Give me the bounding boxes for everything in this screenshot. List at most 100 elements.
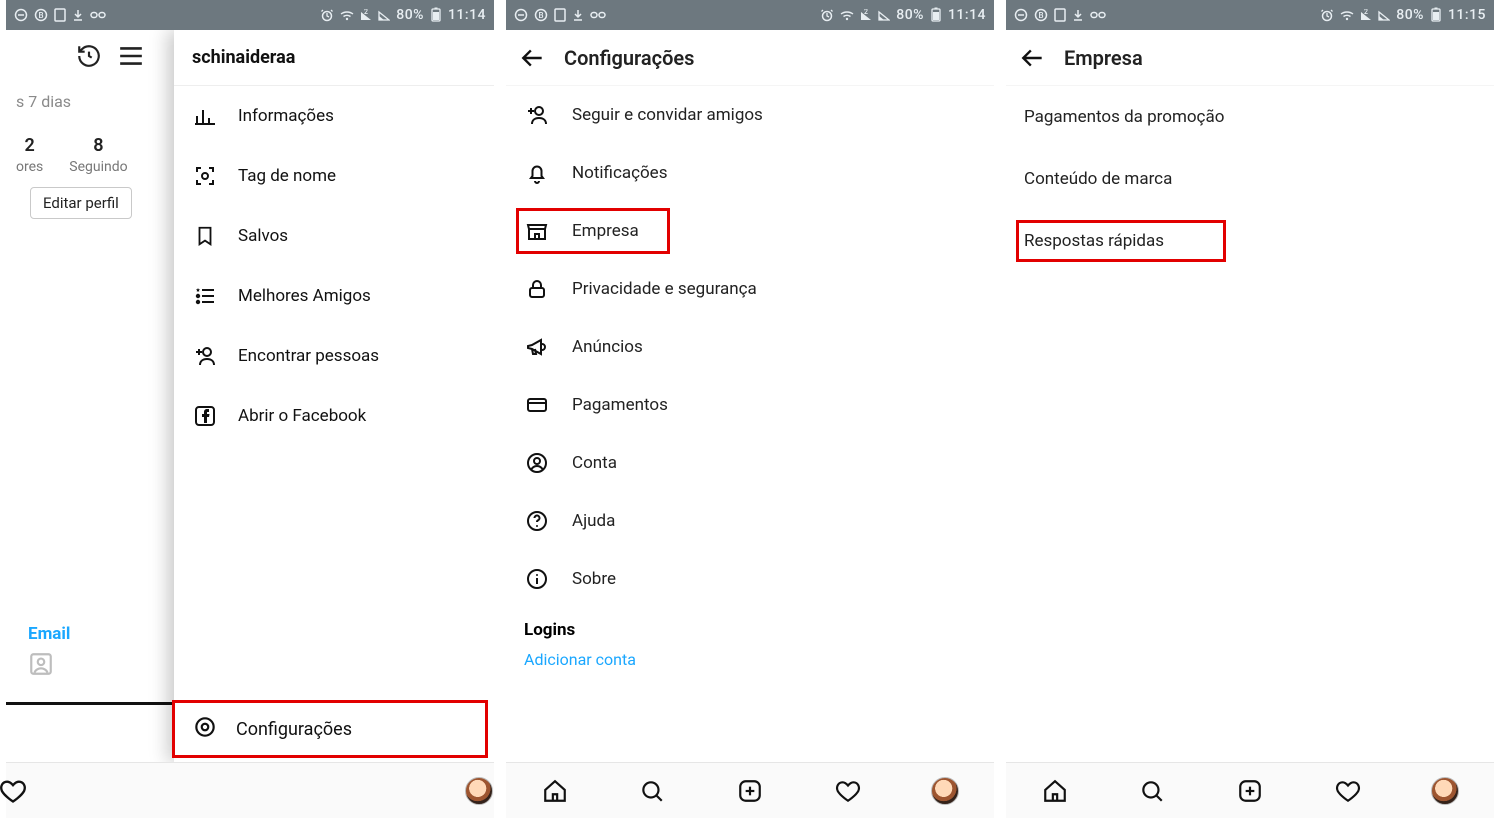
bell-icon <box>524 161 550 185</box>
status-wifi-icon <box>840 9 854 21</box>
nav-activity-icon[interactable] <box>1333 776 1363 806</box>
facebook-icon <box>192 404 218 428</box>
menu-item-discover[interactable]: Encontrar pessoas <box>174 326 494 386</box>
status-alarm-icon <box>320 8 334 22</box>
logins-section-title: Logins <box>506 608 994 644</box>
status-minus-icon <box>14 8 28 22</box>
archive-icon[interactable] <box>76 43 102 73</box>
menu-item-settings[interactable]: Configurações <box>174 696 494 762</box>
status-battery-text: 80% <box>896 7 924 23</box>
svg-text:B: B <box>1038 11 1043 20</box>
status-sim-icon <box>54 8 66 22</box>
phone-1-profile-menu: B 2 80% 11:14 s 7 d <box>6 0 494 818</box>
status-signal-2-icon: 2 <box>360 9 372 21</box>
row-business[interactable]: Empresa <box>506 202 994 260</box>
status-b-icon: B <box>534 8 548 22</box>
row-account[interactable]: Conta <box>506 434 994 492</box>
status-download-icon <box>572 8 584 22</box>
android-status-bar: B 2 80% 11:14 <box>506 0 994 30</box>
status-clock: 11:14 <box>448 7 486 23</box>
back-icon[interactable] <box>520 45 546 71</box>
status-battery-icon <box>1430 7 1442 23</box>
back-icon[interactable] <box>1020 45 1046 71</box>
nav-profile-icon[interactable] <box>1430 776 1460 806</box>
lock-icon <box>524 277 550 301</box>
row-about[interactable]: Sobre <box>506 550 994 608</box>
menu-username: schinaideraa <box>174 30 494 86</box>
edit-profile-button[interactable]: Editar perfil <box>30 187 132 219</box>
business-title: Empresa <box>1064 46 1143 70</box>
android-status-bar: B 2 80% 11:14 <box>6 0 494 30</box>
stat-following[interactable]: 8 Seguindo <box>69 135 127 175</box>
megaphone-icon <box>524 335 550 359</box>
bookmark-icon <box>192 224 218 248</box>
status-clock: 11:15 <box>1448 7 1486 23</box>
row-ads[interactable]: Anúncios <box>506 318 994 376</box>
status-alarm-icon <box>1320 8 1334 22</box>
status-b-icon: B <box>34 8 48 22</box>
help-icon <box>524 509 550 533</box>
status-signal-icon <box>378 9 390 21</box>
nav-activity-icon[interactable] <box>833 776 863 806</box>
nav-home-icon[interactable] <box>1040 776 1070 806</box>
status-battery-text: 80% <box>1396 7 1424 23</box>
row-notifications[interactable]: Notificações <box>506 144 994 202</box>
row-quick-replies[interactable]: Respostas rápidas <box>1006 210 1494 272</box>
svg-text:B: B <box>38 11 43 20</box>
bottom-nav <box>1006 762 1494 818</box>
bottom-nav <box>506 762 994 818</box>
nav-add-icon[interactable] <box>735 776 765 806</box>
nav-search-icon[interactable] <box>1137 776 1167 806</box>
stat-followers[interactable]: 2 ores <box>16 135 43 175</box>
phone-2-settings: B 2 80% 11:14 Configurações Segui <box>506 0 994 818</box>
status-minus-icon <box>1014 8 1028 22</box>
phone-3-business: B 2 80% 11:15 Empresa Pagamentos da prom… <box>1006 0 1494 818</box>
email-button[interactable]: Email <box>28 624 70 644</box>
nav-home-icon[interactable] <box>540 776 570 806</box>
gear-icon <box>192 714 218 745</box>
bottom-nav <box>6 762 494 818</box>
nav-activity-icon[interactable] <box>0 776 28 806</box>
tagged-icon[interactable] <box>28 651 54 681</box>
row-promo-payments[interactable]: Pagamentos da promoção <box>1006 86 1494 148</box>
status-wifi-icon <box>340 9 354 21</box>
add-person-icon <box>192 344 218 368</box>
info-icon <box>524 567 550 591</box>
nav-search-icon[interactable] <box>637 776 667 806</box>
add-account-link[interactable]: Adicionar conta <box>506 644 994 675</box>
menu-item-facebook[interactable]: Abrir o Facebook <box>174 386 494 446</box>
add-person-icon <box>524 103 550 127</box>
status-signal-icon <box>1378 9 1390 21</box>
row-payments[interactable]: Pagamentos <box>506 376 994 434</box>
card-icon <box>524 393 550 417</box>
status-link-icon <box>1090 10 1106 20</box>
hamburger-icon[interactable] <box>118 45 144 71</box>
status-download-icon <box>72 8 84 22</box>
status-b-icon: B <box>1034 8 1048 22</box>
nav-profile-icon[interactable] <box>930 776 960 806</box>
row-follow-invite[interactable]: Seguir e convidar amigos <box>506 86 994 144</box>
menu-item-nametag[interactable]: Tag de nome <box>174 146 494 206</box>
profile-side-menu: schinaideraa Informações Tag de nome Sal… <box>174 30 494 762</box>
row-help[interactable]: Ajuda <box>506 492 994 550</box>
status-link-icon <box>90 10 106 20</box>
status-download-icon <box>1072 8 1084 22</box>
row-branded-content[interactable]: Conteúdo de marca <box>1006 148 1494 210</box>
status-battery-icon <box>930 7 942 23</box>
business-list: Pagamentos da promoção Conteúdo de marca… <box>1006 86 1494 762</box>
row-privacy[interactable]: Privacidade e segurança <box>506 260 994 318</box>
star-list-icon <box>192 284 218 308</box>
status-battery-icon <box>430 7 442 23</box>
bar-chart-icon <box>192 104 218 128</box>
status-sim-icon <box>554 8 566 22</box>
menu-item-saved[interactable]: Salvos <box>174 206 494 266</box>
menu-item-close-friends[interactable]: Melhores Amigos <box>174 266 494 326</box>
settings-header: Configurações <box>506 30 994 86</box>
nav-add-icon[interactable] <box>1235 776 1265 806</box>
settings-list: Seguir e convidar amigos Notificações Em… <box>506 86 994 762</box>
status-minus-icon <box>514 8 528 22</box>
menu-item-insights[interactable]: Informações <box>174 86 494 146</box>
status-link-icon <box>590 10 606 20</box>
settings-title: Configurações <box>564 46 694 70</box>
nav-profile-icon[interactable] <box>464 776 494 806</box>
